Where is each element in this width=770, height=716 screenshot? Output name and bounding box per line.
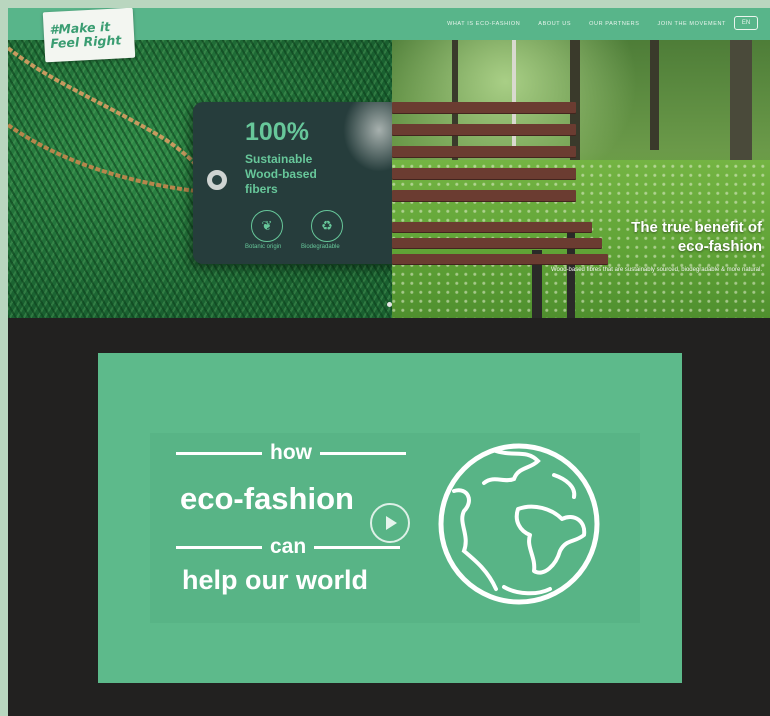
video-word-help-our-world: help our world (182, 565, 368, 595)
nav-link-our-partners[interactable]: Our partners (589, 21, 639, 27)
tag-icon-label-1: Botanic origin (245, 244, 282, 250)
dash-line (176, 545, 262, 549)
leaf-icon: ❦ (251, 210, 283, 242)
language-switcher[interactable]: EN (734, 16, 758, 30)
hero-title-line-1: The true benefit of (631, 219, 762, 236)
video-word-eco-fashion: eco-fashion (180, 481, 354, 516)
video-player[interactable]: how eco-fashion can help our world (98, 353, 682, 683)
bench-plank (392, 146, 576, 157)
dash-line (320, 451, 406, 455)
bench-plank (392, 124, 576, 135)
tree-trunk (570, 40, 580, 160)
product-hang-tag: 100% Sustainable Wood-based fibers ❦ Bot… (193, 102, 392, 264)
tag-headline: 100% (245, 118, 309, 146)
site-logo[interactable]: #Make it Feel Right (42, 8, 136, 63)
nav-links: What is eco-fashion About us Our partner… (447, 8, 726, 40)
tag-subheadline: Sustainable Wood-based fibers (245, 152, 317, 196)
nav-link-join-the-movement[interactable]: Join the movement (658, 21, 726, 27)
dash-line (176, 451, 262, 455)
video-word-can: can (270, 535, 307, 558)
tag-icon-label-2: Biodegradable (301, 244, 340, 250)
video-line-how: how (176, 441, 406, 465)
page-frame: #Make it Feel Right What is eco-fashion … (8, 8, 770, 716)
nav-link-what-is-eco-fashion[interactable]: What is eco-fashion (447, 21, 520, 27)
tag-eyelet (207, 170, 227, 190)
dash-line (314, 545, 401, 549)
bench-seat (392, 238, 602, 248)
bench-seat (392, 222, 592, 232)
tree-trunk (650, 40, 659, 150)
recycle-icon: ♻ (311, 210, 343, 242)
hero-title-line-2: eco-fashion (677, 238, 762, 255)
hero-subtitle: Wood-based fibres that are sustainably s… (550, 267, 762, 273)
globe-icon (438, 443, 600, 605)
bench-seat (392, 254, 608, 264)
bench-plank (392, 102, 576, 113)
nav-link-about-us[interactable]: About us (538, 21, 571, 27)
hero-title: The true benefit of eco-fashion (631, 218, 762, 256)
bench-plank (392, 190, 576, 201)
play-button[interactable] (370, 503, 410, 543)
hero-park-image: The true benefit of eco-fashion Wood-bas… (392, 40, 770, 318)
video-word-how: how (270, 441, 312, 464)
logo-line-2: Feel Right (50, 32, 122, 52)
bench-plank (392, 168, 576, 179)
tag-smoke-decoration (343, 102, 392, 172)
hero-fabric-image: 100% Sustainable Wood-based fibers ❦ Bot… (8, 40, 392, 318)
carousel-dot[interactable] (387, 302, 392, 307)
top-navigation: #Make it Feel Right What is eco-fashion … (8, 8, 770, 63)
video-line-can: can (176, 535, 401, 559)
